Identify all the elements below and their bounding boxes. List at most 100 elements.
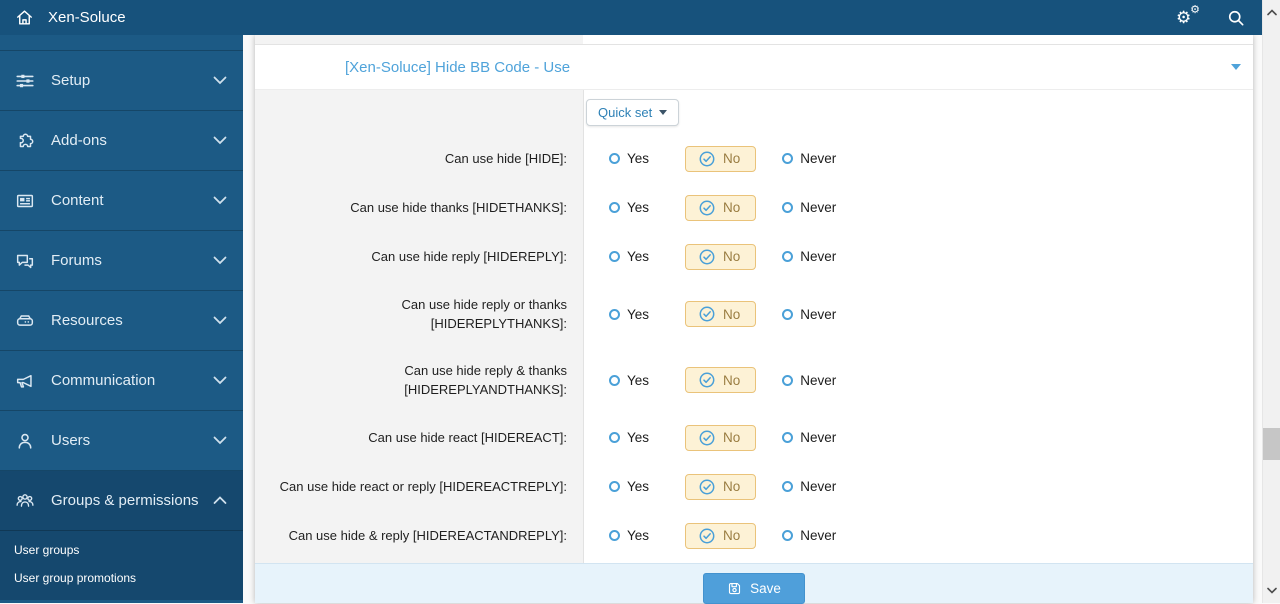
search-icon[interactable]: [1226, 8, 1246, 28]
radio-option-no-selected[interactable]: No: [685, 194, 757, 221]
radio-icon[interactable]: [609, 530, 620, 541]
radio-icon[interactable]: [609, 202, 620, 213]
scrollbar-thumb[interactable]: [1263, 428, 1280, 460]
permission-label: Can use hide react or reply [HIDEREACTRE…: [279, 478, 567, 494]
app-title[interactable]: Xen-Soluce: [48, 9, 126, 26]
check-circle-icon: [699, 479, 715, 495]
save-button[interactable]: Save: [703, 573, 805, 604]
permissions-panel: [Xen-Soluce] Hide BB Code - Use Quick se…: [255, 35, 1253, 604]
radio-option-no-selected[interactable]: No: [685, 473, 757, 500]
check-circle-icon: [699, 306, 715, 322]
permission-label: Can use hide reply & thanks [HIDEREPLYAN…: [404, 362, 567, 398]
radio-option-yes[interactable]: Yes: [609, 200, 649, 215]
sidebar-clipped-item: [0, 35, 243, 51]
radio-option-no-selected[interactable]: No: [685, 243, 757, 270]
sidebar-subnav: User groups User group promotions: [0, 531, 243, 600]
radio-icon[interactable]: [782, 202, 794, 213]
radio-option-yes[interactable]: Yes: [609, 528, 649, 543]
radio-icon[interactable]: [782, 374, 794, 386]
form-footer: Save: [255, 563, 1253, 604]
home-button[interactable]: [0, 8, 48, 27]
permission-row: Can use hide & reply [HIDEREACTANDREPLY]…: [255, 511, 1253, 560]
radio-option-never[interactable]: Never: [782, 479, 836, 494]
permission-label: Can use hide reply [HIDEREPLY]:: [371, 248, 567, 264]
chevron-down-icon: [213, 316, 227, 325]
radio-icon[interactable]: [782, 530, 794, 541]
radio-icon[interactable]: [782, 432, 794, 443]
radio-icon[interactable]: [782, 308, 794, 320]
collapse-caret-icon[interactable]: [1231, 64, 1241, 70]
radio-option-no-selected[interactable]: No: [685, 367, 757, 393]
radio-option-never[interactable]: Never: [782, 528, 836, 543]
sidebar-item-communication[interactable]: Communication: [0, 351, 243, 411]
sidebar-item-setup[interactable]: Setup: [0, 51, 243, 111]
sidebar-subitem-user-group-promotions[interactable]: User group promotions: [0, 564, 243, 592]
radio-option-never[interactable]: Never: [782, 200, 836, 215]
drive-icon: [14, 310, 40, 332]
radio-option-yes[interactable]: Yes: [609, 373, 649, 388]
sidebar-item-label: Resources: [51, 312, 123, 329]
sidebar-item-groups-permissions[interactable]: Groups & permissions: [0, 471, 243, 531]
check-circle-icon: [699, 200, 715, 216]
radio-option-never[interactable]: Never: [782, 249, 836, 264]
radio-icon[interactable]: [782, 481, 794, 492]
radio-option-yes[interactable]: Yes: [609, 249, 649, 264]
radio-icon[interactable]: [609, 432, 620, 443]
sliders-icon: [14, 70, 40, 92]
sidebar-item-content[interactable]: Content: [0, 171, 243, 231]
sidebar-nav: Setup Add-ons Content Forums Resources C…: [0, 35, 243, 603]
radio-option-never[interactable]: Never: [782, 430, 836, 445]
sidebar-item-label: Content: [51, 192, 104, 209]
admin-gears-icon[interactable]: ⚙ ⚙: [1176, 4, 1200, 29]
radio-option-no-selected[interactable]: No: [685, 522, 757, 549]
radio-option-no-selected[interactable]: No: [685, 301, 757, 327]
radio-icon[interactable]: [609, 251, 620, 262]
radio-option-never[interactable]: Never: [782, 151, 836, 166]
scroll-up-icon[interactable]: [1267, 9, 1277, 16]
quick-set-label: Quick set: [598, 104, 653, 120]
quick-set-row: Quick set: [255, 90, 1253, 134]
sidebar-item-add-ons[interactable]: Add-ons: [0, 111, 243, 171]
radio-option-never[interactable]: Never: [782, 373, 836, 388]
chevron-down-icon: [213, 376, 227, 385]
radio-option-no-selected[interactable]: No: [685, 145, 757, 172]
radio-icon[interactable]: [609, 153, 620, 164]
topbar-actions: ⚙ ⚙: [1176, 4, 1262, 29]
sidebar-item-resources[interactable]: Resources: [0, 291, 243, 351]
radio-option-yes[interactable]: Yes: [609, 307, 649, 322]
radio-icon[interactable]: [609, 308, 620, 320]
check-circle-icon: [699, 249, 715, 265]
radio-option-never[interactable]: Never: [782, 307, 836, 322]
section-title[interactable]: [Xen-Soluce] Hide BB Code - Use: [345, 59, 570, 76]
radio-option-yes[interactable]: Yes: [609, 479, 649, 494]
permission-row: Can use hide reply & thanks [HIDEREPLYAN…: [255, 347, 1253, 413]
quick-set-button[interactable]: Quick set: [586, 98, 680, 126]
radio-option-no-selected[interactable]: No: [685, 424, 757, 451]
sidebar-item-label: Add-ons: [51, 132, 107, 149]
section-header[interactable]: [Xen-Soluce] Hide BB Code - Use: [255, 45, 1253, 90]
sidebar-item-forums[interactable]: Forums: [0, 231, 243, 291]
radio-icon[interactable]: [609, 374, 620, 386]
page-scrollbar[interactable]: [1262, 0, 1280, 603]
radio-icon[interactable]: [609, 481, 620, 492]
top-bar: Xen-Soluce ⚙ ⚙: [0, 0, 1262, 35]
sidebar-item-label: Groups & permissions: [51, 492, 199, 509]
person-icon: [14, 430, 40, 452]
radio-icon[interactable]: [782, 153, 794, 164]
permission-row: Can use hide [HIDE]: Yes No Never: [255, 134, 1253, 183]
clipped-row: [255, 35, 1253, 45]
permission-label: Can use hide [HIDE]:: [444, 150, 567, 166]
chevron-down-icon: [213, 196, 227, 205]
sidebar-item-users[interactable]: Users: [0, 411, 243, 471]
scroll-down-icon[interactable]: [1267, 587, 1277, 594]
sidebar-subitem-user-groups[interactable]: User groups: [0, 536, 243, 564]
radio-option-yes[interactable]: Yes: [609, 151, 649, 166]
sidebar-item-label: Users: [51, 432, 91, 449]
permission-label: Can use hide & reply [HIDEREACTANDREPLY]…: [288, 527, 567, 543]
sidebar-item-label: Setup: [51, 72, 91, 89]
radio-option-yes[interactable]: Yes: [609, 430, 649, 445]
permission-label: Can use hide reply or thanks [HIDEREPLYT…: [401, 296, 567, 332]
permission-row: Can use hide thanks [HIDETHANKS]: Yes No: [255, 183, 1253, 232]
radio-icon[interactable]: [782, 251, 794, 262]
save-label: Save: [750, 581, 781, 596]
